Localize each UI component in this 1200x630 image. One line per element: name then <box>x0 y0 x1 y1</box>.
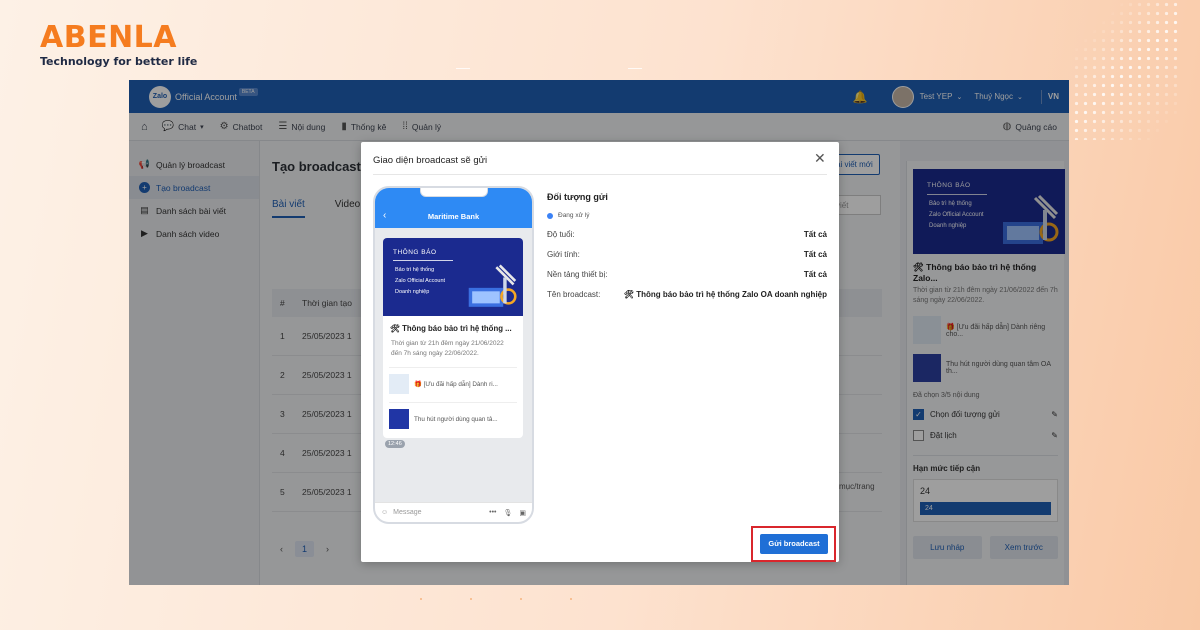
info-row-platform: Nền tảng thiết bị: Tất cả <box>547 270 827 279</box>
audience-heading: Đối tượng gửi <box>547 192 608 202</box>
send-broadcast-button[interactable]: Gửi broadcast <box>760 534 828 554</box>
banner-tag: THÔNG BÁO <box>393 249 437 256</box>
divider <box>373 174 827 175</box>
close-icon[interactable]: ✕ <box>814 150 826 167</box>
info-row-broadcast-name: Tên broadcast: 🛠 Thông báo bảo trì hệ thố… <box>547 290 827 299</box>
decor-dash <box>628 68 642 69</box>
decor-dot <box>420 598 422 600</box>
info-label: Nền tảng thiết bị: <box>547 270 608 279</box>
post-banner-image: THÔNG BÁO Bảo trì hệ thống Zalo Official… <box>383 238 523 316</box>
modal-title: Giao diện broadcast sẽ gửi <box>373 155 488 166</box>
phone-notch <box>420 188 488 197</box>
message-input: ☺ Message ••• 🎙 ▣ <box>375 502 532 522</box>
banner-text: Bảo trì hệ thống Zalo Official Account D… <box>395 267 446 295</box>
post-title: 🛠 Thông báo bảo trì hệ thống ... <box>390 324 512 333</box>
microphone-icon: 🎙 <box>503 509 513 517</box>
list-item-label: Thu hút người dùng quan tâ... <box>414 415 498 423</box>
send-button-highlight: Gửi broadcast <box>751 526 836 562</box>
message-placeholder: Message <box>393 509 422 516</box>
status-badge: Đang xử lý <box>547 212 827 219</box>
info-row-age: Độ tuổi: Tất cả <box>547 230 827 239</box>
status-label: Đang xử lý <box>558 212 590 219</box>
broadcast-card: THÔNG BÁO Bảo trì hệ thống Zalo Official… <box>383 238 523 438</box>
info-value: Tất cả <box>803 270 827 279</box>
thumbnail <box>389 374 409 394</box>
brand-tagline: Technology for better life <box>40 55 198 68</box>
brand-name: ABENLA <box>40 20 178 55</box>
decor-dash <box>456 68 470 69</box>
info-label: Giới tính: <box>547 250 580 259</box>
thumbnail <box>389 409 409 429</box>
message-time: 12:46 <box>385 440 405 448</box>
audience-info: Đối tượng gửi Đang xử lý Độ tuổi: Tất cả … <box>547 192 827 299</box>
post-description: Thời gian từ 21h đêm ngày 21/06/2022 đến… <box>391 340 504 357</box>
info-label: Độ tuổi: <box>547 230 575 239</box>
status-dot-icon <box>547 212 553 219</box>
chat-name: Maritime Bank <box>427 212 480 221</box>
decorative-dots <box>1072 0 1182 140</box>
list-item-label: 🎁 [Ưu đãi hấp dẫn] Dành ri... <box>414 381 498 388</box>
info-row-gender: Giới tính: Tất cả <box>547 250 827 259</box>
info-label: Tên broadcast: <box>547 290 601 299</box>
emoji-icon: ☺ <box>381 509 389 516</box>
decor-dot <box>570 598 572 600</box>
divider <box>393 260 453 261</box>
info-value: Tất cả <box>803 250 827 259</box>
abenla-logo: ABENLA Technology for better life <box>40 20 198 69</box>
list-item: 🎁 [Ưu đãi hấp dẫn] Dành ri... <box>389 367 517 394</box>
input-actions: ••• 🎙 ▣ <box>489 509 526 517</box>
decor-dot <box>520 598 522 600</box>
decor-dot <box>470 598 472 600</box>
maintenance-illustration <box>468 264 517 307</box>
phone-preview: ‹ Maritime Bank THÔNG BÁO Bảo trì hệ thố… <box>373 186 534 524</box>
list-item: Thu hút người dùng quan tâ... <box>389 402 517 429</box>
info-value: 🛠 Thông báo bảo trì hệ thống Zalo OA doa… <box>623 290 827 299</box>
more-icon: ••• <box>489 508 497 516</box>
image-icon: ▣ <box>519 509 526 517</box>
broadcast-preview-modal: Giao diện broadcast sẽ gửi ✕ ‹ Maritime … <box>361 142 839 562</box>
info-value: Tất cả <box>803 230 827 239</box>
